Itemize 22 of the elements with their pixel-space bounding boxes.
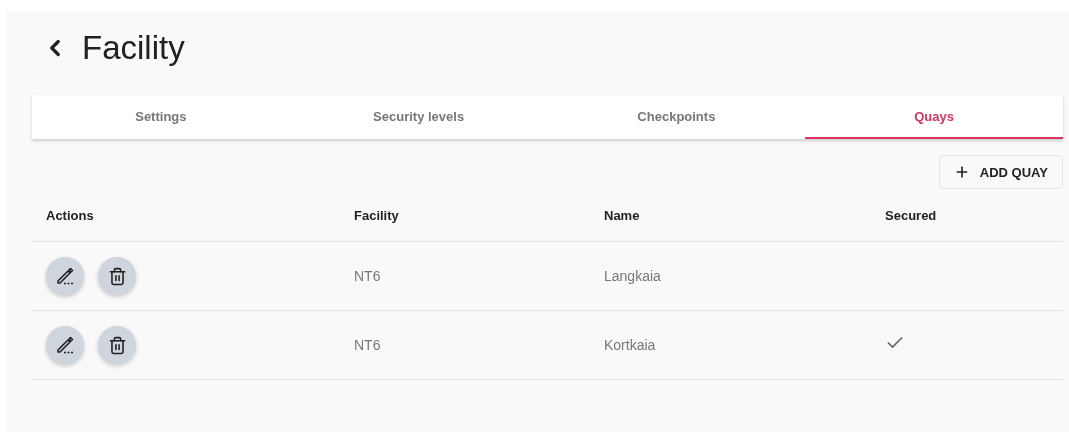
trash-icon (107, 266, 127, 286)
edit-button[interactable] (46, 257, 84, 295)
pencil-icon (55, 335, 75, 355)
edit-button[interactable] (46, 326, 84, 364)
delete-button[interactable] (98, 326, 136, 364)
tab[interactable]: Checkpoints (547, 95, 806, 139)
column-header: Facility (354, 207, 399, 223)
table-cell-text: NT6 (354, 337, 382, 353)
add-quay-button[interactable]: ADD QUAY (938, 155, 1063, 189)
pencil-icon (55, 266, 75, 286)
column-header: Secured (885, 207, 937, 223)
tab[interactable]: Security levels (289, 95, 548, 139)
page-title: Facility (82, 29, 185, 67)
trash-icon (107, 335, 127, 355)
tab[interactable]: Quays (805, 95, 1063, 139)
table-cell-text: Kortkaia (604, 337, 657, 353)
table-cell-text: NT6 (354, 268, 382, 284)
column-header: Name (604, 207, 640, 223)
column-header: Actions (46, 207, 94, 223)
table-cell-text: Langkaia (604, 268, 662, 284)
tab[interactable]: Settings (32, 95, 290, 139)
delete-button[interactable] (98, 257, 136, 295)
